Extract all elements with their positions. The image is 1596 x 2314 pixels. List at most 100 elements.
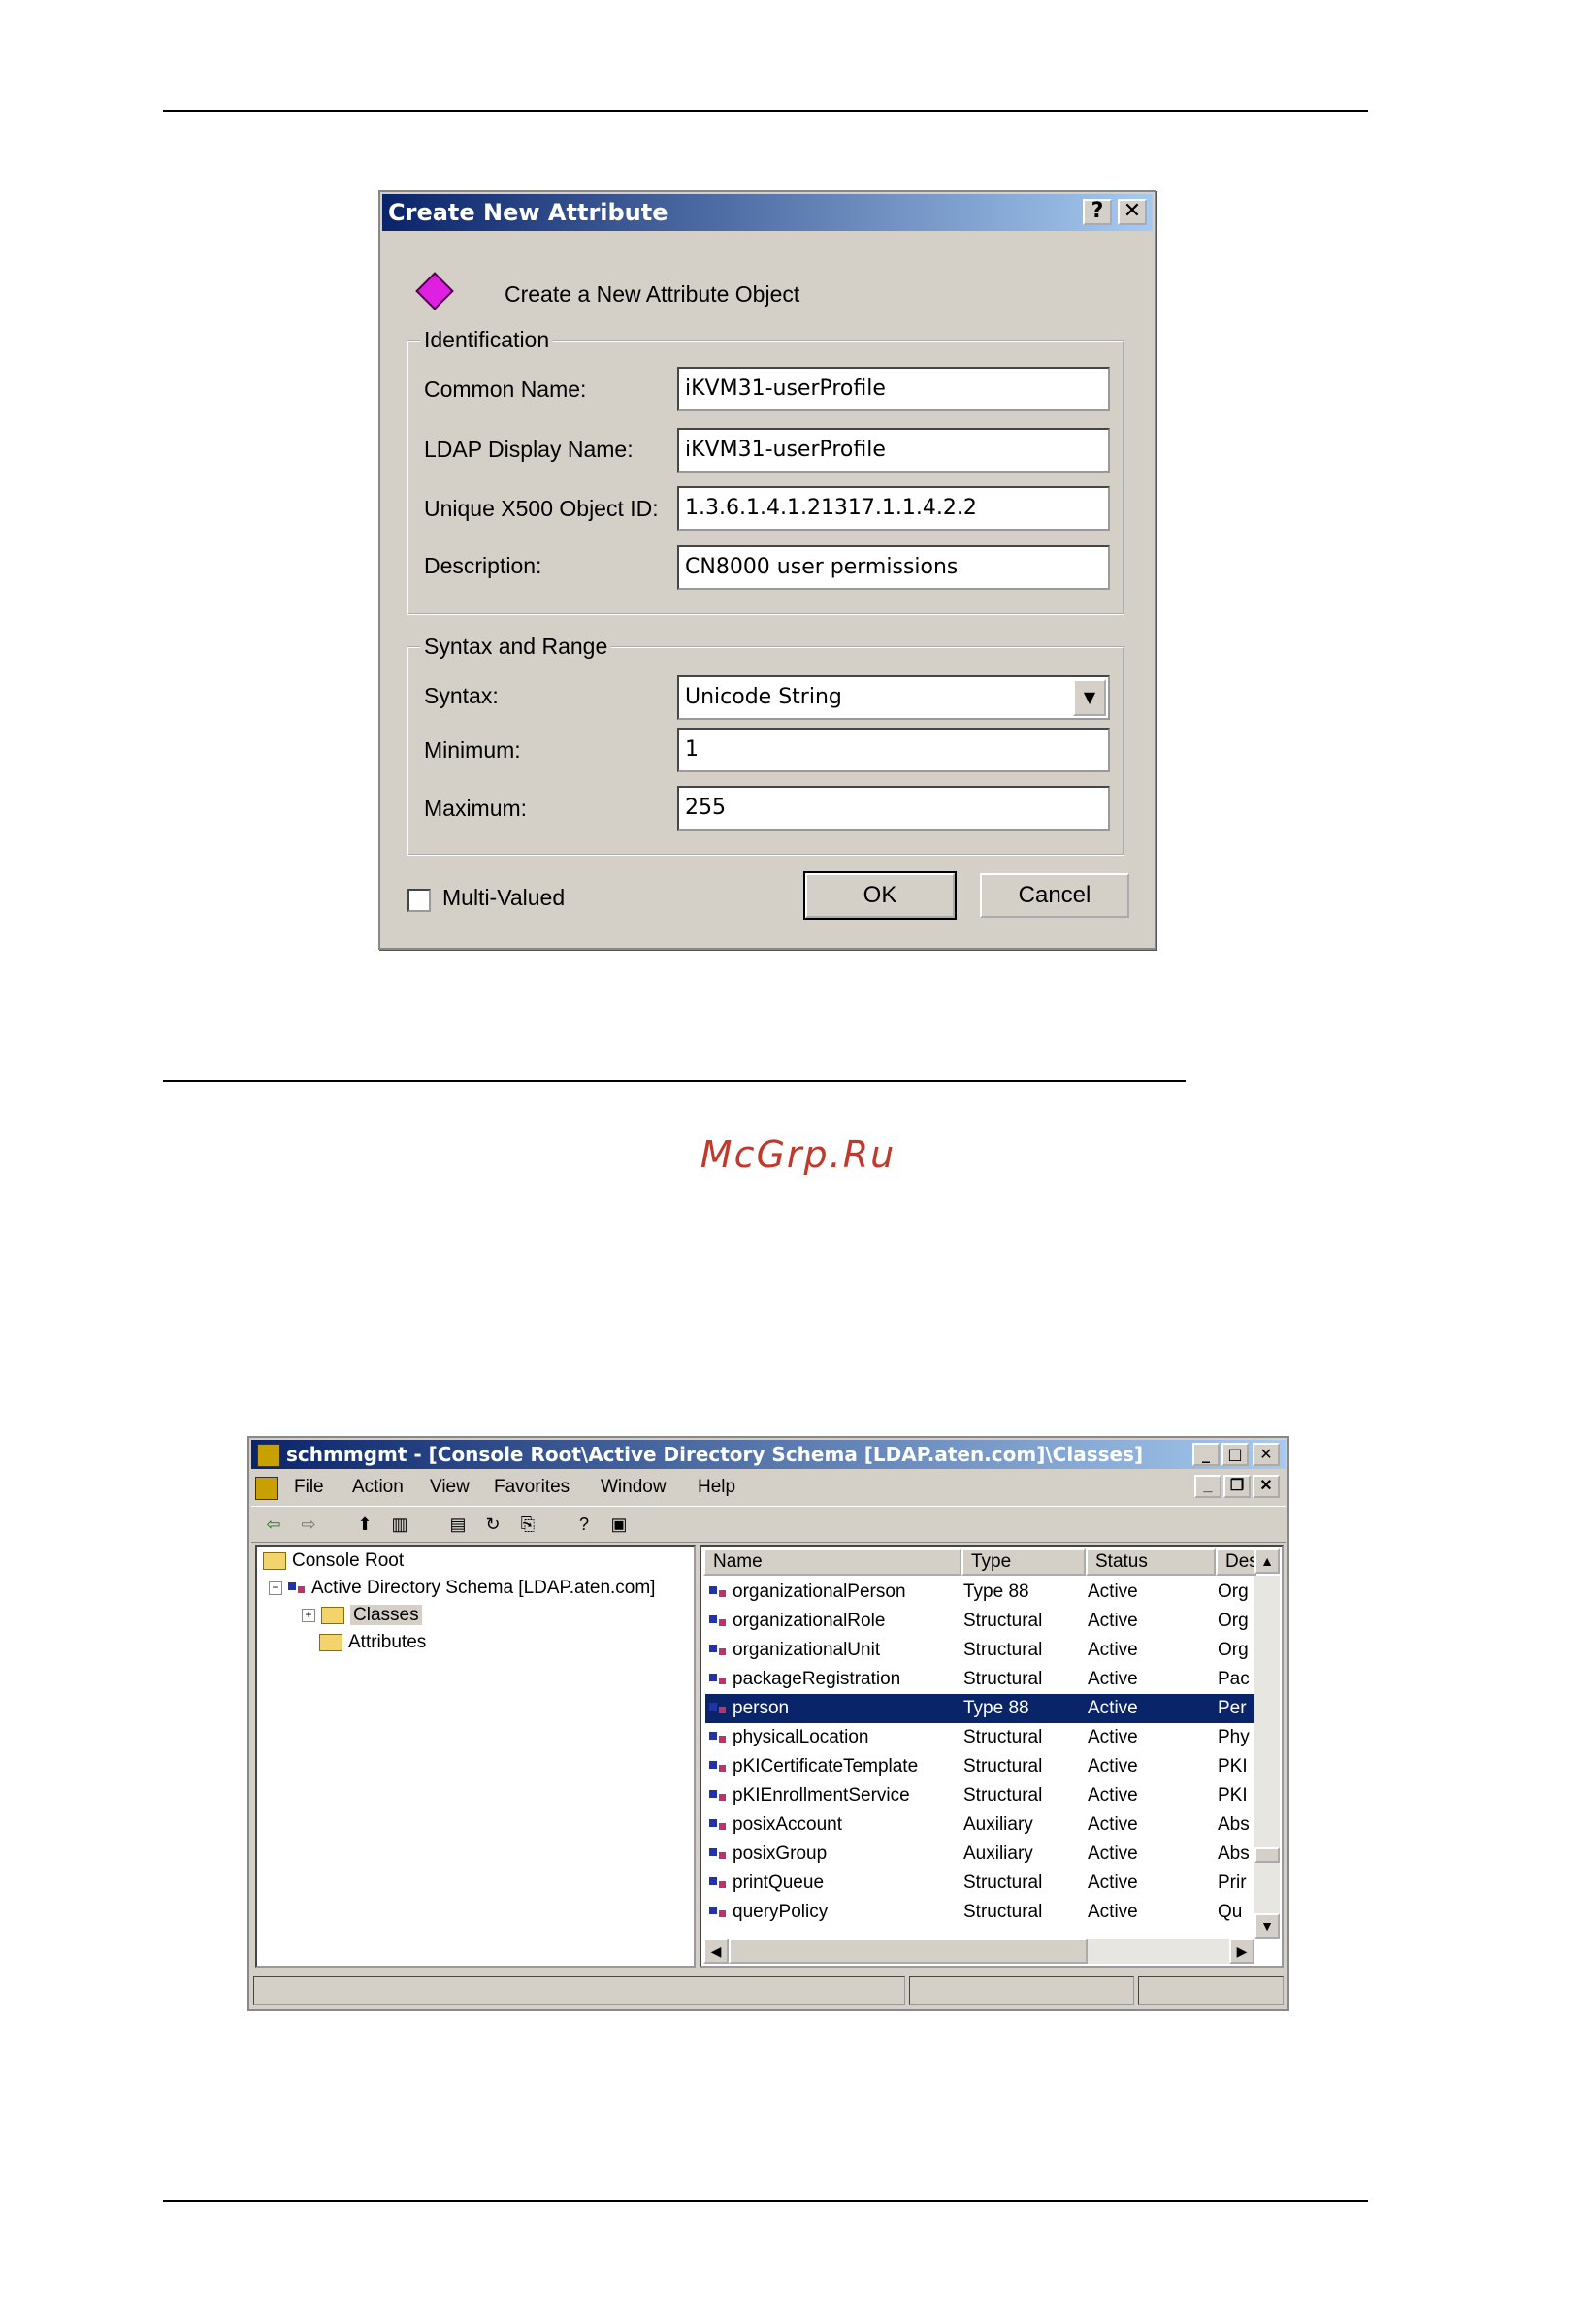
table-row[interactable]: posixAccount Auxiliary Active Abs xyxy=(705,1810,1256,1840)
close-button[interactable]: ✕ xyxy=(1118,199,1147,225)
cell-status: Active xyxy=(1088,1814,1138,1835)
menu-favorites[interactable]: Favorites xyxy=(494,1477,570,1498)
window-title: schmmgmt - [Console Root\Active Director… xyxy=(286,1443,1144,1466)
column-header-status[interactable]: Status xyxy=(1086,1548,1216,1576)
menu-file[interactable]: File xyxy=(294,1477,324,1498)
column-header-description[interactable]: Des xyxy=(1216,1548,1258,1576)
minimum-field[interactable]: 1 xyxy=(677,728,1110,772)
menu-help[interactable]: Help xyxy=(698,1477,735,1498)
table-row[interactable]: organizationalRole Structural Active Org xyxy=(705,1607,1256,1636)
scroll-right-icon[interactable]: ▶ xyxy=(1229,1939,1254,1964)
menu-view[interactable]: View xyxy=(430,1477,470,1498)
create-new-attribute-dialog: Create New Attribute ? ✕ Create a New At… xyxy=(378,190,1156,950)
cell-type: Type 88 xyxy=(963,1698,1029,1718)
hscroll-thumb[interactable] xyxy=(729,1939,1088,1964)
table-row[interactable]: organizationalPerson Type 88 Active Org xyxy=(705,1578,1256,1607)
child-minimize-icon[interactable]: _ xyxy=(1194,1475,1221,1498)
multi-valued-label[interactable]: Multi-Valued xyxy=(442,885,565,911)
object-id-field[interactable]: 1.3.6.1.4.1.21317.1.1.4.2.2 xyxy=(677,486,1110,531)
table-row[interactable]: physicalLocation Structural Active Phy xyxy=(705,1723,1256,1752)
list-pane: Name Type Status Des organizationalPerso… xyxy=(700,1545,1284,1968)
child-restore-icon[interactable]: ❐ xyxy=(1223,1475,1251,1498)
tree-item-active-directory-schema[interactable]: − Active Directory Schema [LDAP.aten.com] xyxy=(269,1578,655,1599)
maximize-icon[interactable]: □ xyxy=(1221,1443,1249,1466)
class-icon xyxy=(709,1759,729,1775)
schema-console-window: schmmgmt - [Console Root\Active Director… xyxy=(247,1436,1289,2011)
cell-name: posixAccount xyxy=(733,1814,843,1835)
back-icon[interactable]: ⇦ xyxy=(261,1512,286,1537)
minimum-label: Minimum: xyxy=(424,737,521,763)
forward-icon[interactable]: ⇨ xyxy=(296,1512,321,1537)
close-icon[interactable]: ✕ xyxy=(1253,1443,1280,1466)
tree-item-attributes[interactable]: Attributes xyxy=(319,1632,426,1653)
multi-valued-checkbox[interactable] xyxy=(407,889,431,912)
show-tree-icon[interactable]: ▥ xyxy=(387,1512,412,1537)
status-bar xyxy=(253,1976,1284,2005)
cell-desc: Phy xyxy=(1218,1727,1250,1747)
export-list-icon[interactable]: ⎘ xyxy=(515,1512,540,1537)
cell-desc: Org xyxy=(1218,1640,1249,1660)
tree-item-console-root[interactable]: Console Root xyxy=(263,1550,404,1572)
cancel-button[interactable]: Cancel xyxy=(980,873,1129,918)
console-icon[interactable] xyxy=(255,1477,278,1500)
vertical-scrollbar[interactable]: ▲ ▼ xyxy=(1254,1548,1280,1939)
table-row[interactable]: pKICertificateTemplate Structural Active PK… xyxy=(705,1752,1256,1781)
menu-window[interactable]: Window xyxy=(601,1477,667,1498)
cell-status: Active xyxy=(1088,1698,1138,1718)
attribute-icon xyxy=(415,272,454,310)
ok-button[interactable]: OK xyxy=(803,871,957,920)
tree-item-classes[interactable]: + Classes xyxy=(302,1605,422,1626)
cell-name: printQueue xyxy=(733,1873,825,1893)
scroll-down-icon[interactable]: ▼ xyxy=(1254,1913,1280,1939)
menu-action[interactable]: Action xyxy=(352,1477,404,1498)
collapse-icon[interactable]: − xyxy=(269,1581,282,1595)
toolbar: ⇦ ⇨ ⬆ ▥ ▤ ↻ ⎘ ? ▣ xyxy=(251,1506,1286,1543)
up-folder-icon[interactable]: ⬆ xyxy=(352,1512,377,1537)
cell-desc: Pac xyxy=(1218,1669,1250,1689)
tree-pane: Console Root − Active Directory Schema [L… xyxy=(255,1545,696,1968)
table-row[interactable]: queryPolicy Structural Active Qu xyxy=(705,1898,1256,1927)
child-close-icon[interactable]: ✕ xyxy=(1253,1475,1280,1498)
ldap-display-name-field[interactable]: iKVM31-userProfile xyxy=(677,428,1110,473)
table-row[interactable]: organizationalUnit Structural Active Org xyxy=(705,1636,1256,1665)
scroll-up-icon[interactable]: ▲ xyxy=(1254,1548,1280,1574)
cell-name: queryPolicy xyxy=(733,1902,829,1922)
class-icon xyxy=(709,1701,729,1716)
watermark: McGrp.Ru xyxy=(700,1133,896,1176)
table-row[interactable]: posixGroup Auxiliary Active Abs xyxy=(705,1840,1256,1869)
common-name-field[interactable]: iKVM31-userProfile xyxy=(677,367,1110,411)
minimize-icon[interactable]: _ xyxy=(1192,1443,1220,1466)
chevron-down-icon[interactable]: ▼ xyxy=(1073,679,1106,716)
cell-type: Structural xyxy=(963,1873,1043,1893)
status-panel-1 xyxy=(253,1976,905,2005)
cell-name: packageRegistration xyxy=(733,1669,901,1689)
class-icon xyxy=(709,1817,729,1833)
properties-icon[interactable]: ▤ xyxy=(445,1512,471,1537)
cell-type: Structural xyxy=(963,1756,1043,1776)
table-row[interactable]: person Type 88 Active Per xyxy=(705,1694,1256,1723)
cell-type: Auxiliary xyxy=(963,1814,1033,1835)
identification-legend: Identification xyxy=(420,327,554,353)
scroll-left-icon[interactable]: ◀ xyxy=(703,1939,729,1964)
table-row[interactable]: printQueue Structural Active Prir xyxy=(705,1869,1256,1898)
maximum-label: Maximum: xyxy=(424,796,528,821)
refresh-icon[interactable]: ↻ xyxy=(480,1512,505,1537)
help-button[interactable]: ? xyxy=(1083,199,1112,225)
column-header-type[interactable]: Type xyxy=(961,1548,1086,1576)
syntax-label: Syntax: xyxy=(424,683,499,708)
expand-icon[interactable]: + xyxy=(302,1608,315,1622)
description-field[interactable]: CN8000 user permissions xyxy=(677,545,1110,590)
horizontal-scrollbar[interactable]: ◀ ▶ xyxy=(703,1939,1254,1964)
cell-status: Active xyxy=(1088,1785,1138,1806)
help-icon[interactable]: ? xyxy=(571,1512,597,1537)
maximum-field[interactable]: 255 xyxy=(677,786,1110,831)
cell-name: pKICertificateTemplate xyxy=(733,1756,919,1776)
status-panel-3 xyxy=(1138,1976,1284,2005)
table-row[interactable]: pKIEnrollmentService Structural Active PKI xyxy=(705,1781,1256,1810)
scroll-thumb[interactable] xyxy=(1254,1847,1280,1863)
table-row[interactable]: packageRegistration Structural Active Pac xyxy=(705,1665,1256,1694)
show-action-pane-icon[interactable]: ▣ xyxy=(606,1512,632,1537)
cell-name: organizationalUnit xyxy=(733,1640,881,1660)
syntax-dropdown[interactable]: Unicode String ▼ xyxy=(677,675,1110,720)
column-header-name[interactable]: Name xyxy=(703,1548,961,1576)
